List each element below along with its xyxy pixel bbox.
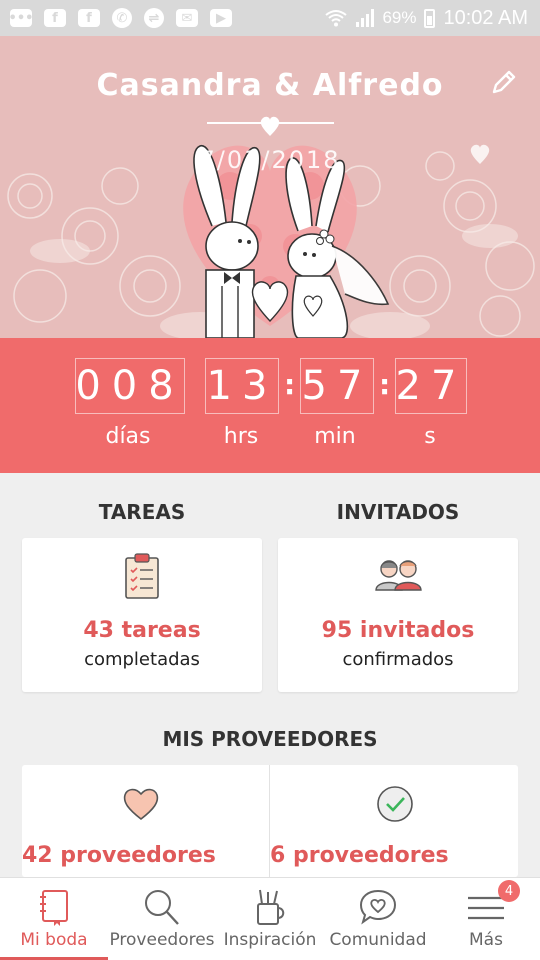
nav-mas[interactable]: 4 Más bbox=[432, 878, 540, 960]
tasks-count: 43 tareas bbox=[83, 618, 201, 643]
booked-vendors-count: 6 proveedores bbox=[270, 843, 449, 868]
mail-icon: ✉ bbox=[176, 9, 198, 27]
hours-value: 13 bbox=[206, 363, 278, 409]
vendors-card: 42 proveedores 6 proveedores bbox=[22, 765, 518, 877]
days-counter: 008 bbox=[75, 358, 185, 414]
seconds-digit: 27 bbox=[395, 358, 467, 414]
time-separator: : bbox=[379, 368, 391, 401]
days-value: 008 bbox=[75, 363, 185, 409]
nav-label: Comunidad bbox=[329, 930, 427, 950]
clipboard-icon bbox=[125, 553, 159, 599]
clock: 10:02 AM bbox=[443, 6, 528, 29]
days-label: días bbox=[105, 424, 151, 449]
notification-badge: 4 bbox=[498, 880, 520, 902]
tasks-subtitle: completadas bbox=[84, 649, 200, 670]
tasks-heading: TAREAS bbox=[98, 500, 186, 524]
signal-icon bbox=[356, 9, 375, 27]
favorite-vendors[interactable]: 42 proveedores bbox=[22, 765, 269, 877]
nav-inspiracion[interactable]: Inspiración bbox=[216, 878, 324, 960]
notification-icons: ••• f f ✆ ⇌ ✉ ▶ bbox=[8, 8, 232, 28]
battery-percent: 69% bbox=[382, 8, 417, 27]
wifi-icon bbox=[325, 10, 348, 27]
seconds-counter: 27 bbox=[395, 358, 467, 414]
facebook-icon: f bbox=[44, 9, 66, 27]
messages-icon: ••• bbox=[8, 9, 34, 27]
tasks-card[interactable]: 43 tareas completadas bbox=[22, 538, 262, 692]
favorite-vendors-count: 42 proveedores bbox=[22, 843, 216, 868]
system-status: 69% 10:02 AM bbox=[324, 7, 528, 30]
bottom-navigation: Mi boda Proveedores Inspiración Comunida… bbox=[0, 877, 540, 960]
countdown-timer: 008 13 : 57 : 27 días hrs min s bbox=[0, 338, 540, 473]
sync-icon: ⇌ bbox=[144, 8, 164, 28]
nav-label: Inspiración bbox=[223, 930, 317, 950]
minutes-value: 57 bbox=[301, 363, 373, 409]
guests-card[interactable]: 95 invitados confirmados bbox=[278, 538, 518, 692]
status-bar: ••• f f ✆ ⇌ ✉ ▶ 69% 10:02 AM bbox=[0, 0, 540, 36]
minutes-digit: 57 bbox=[300, 358, 374, 414]
guests-icon bbox=[375, 560, 422, 591]
days-digit: 008 bbox=[75, 358, 185, 414]
guests-subtitle: confirmados bbox=[342, 649, 454, 670]
wedding-hero: Casandra & Alfredo 7/03/2018 bbox=[0, 36, 540, 338]
chat-heart-icon bbox=[359, 889, 397, 925]
edit-icon[interactable] bbox=[490, 68, 518, 96]
time-separator: : bbox=[284, 368, 296, 401]
nav-label: Mi boda bbox=[20, 930, 88, 950]
nav-label: Proveedores bbox=[109, 930, 215, 950]
hours-digit: 13 bbox=[205, 358, 279, 414]
seconds-label: s bbox=[424, 424, 436, 449]
hours-counter: 13 bbox=[205, 358, 279, 414]
check-circle-icon bbox=[377, 786, 413, 822]
nav-proveedores[interactable]: Proveedores bbox=[108, 878, 216, 960]
vendors-heading: MIS PROVEEDORES bbox=[162, 727, 378, 751]
heart-icon bbox=[123, 788, 159, 821]
couple-name: Casandra & Alfredo bbox=[96, 68, 444, 103]
guests-heading: INVITADOS bbox=[336, 500, 460, 524]
whatsapp-icon: ✆ bbox=[112, 8, 132, 28]
nav-mi-boda[interactable]: Mi boda bbox=[0, 878, 108, 960]
booked-vendors[interactable]: 6 proveedores bbox=[270, 765, 518, 877]
wedding-date: 7/03/2018 bbox=[199, 146, 341, 174]
minutes-counter: 57 bbox=[300, 358, 374, 414]
notebook-icon bbox=[40, 890, 68, 926]
nav-label: Más bbox=[469, 930, 503, 950]
facebook-icon: f bbox=[78, 9, 100, 27]
search-icon bbox=[145, 890, 179, 925]
seconds-value: 27 bbox=[395, 363, 467, 409]
nav-comunidad[interactable]: Comunidad bbox=[324, 878, 432, 960]
inspiration-icon bbox=[257, 889, 285, 925]
youtube-icon: ▶ bbox=[210, 9, 232, 27]
guests-count: 95 invitados bbox=[321, 618, 475, 643]
battery-icon bbox=[424, 8, 436, 28]
minutes-label: min bbox=[314, 424, 356, 449]
